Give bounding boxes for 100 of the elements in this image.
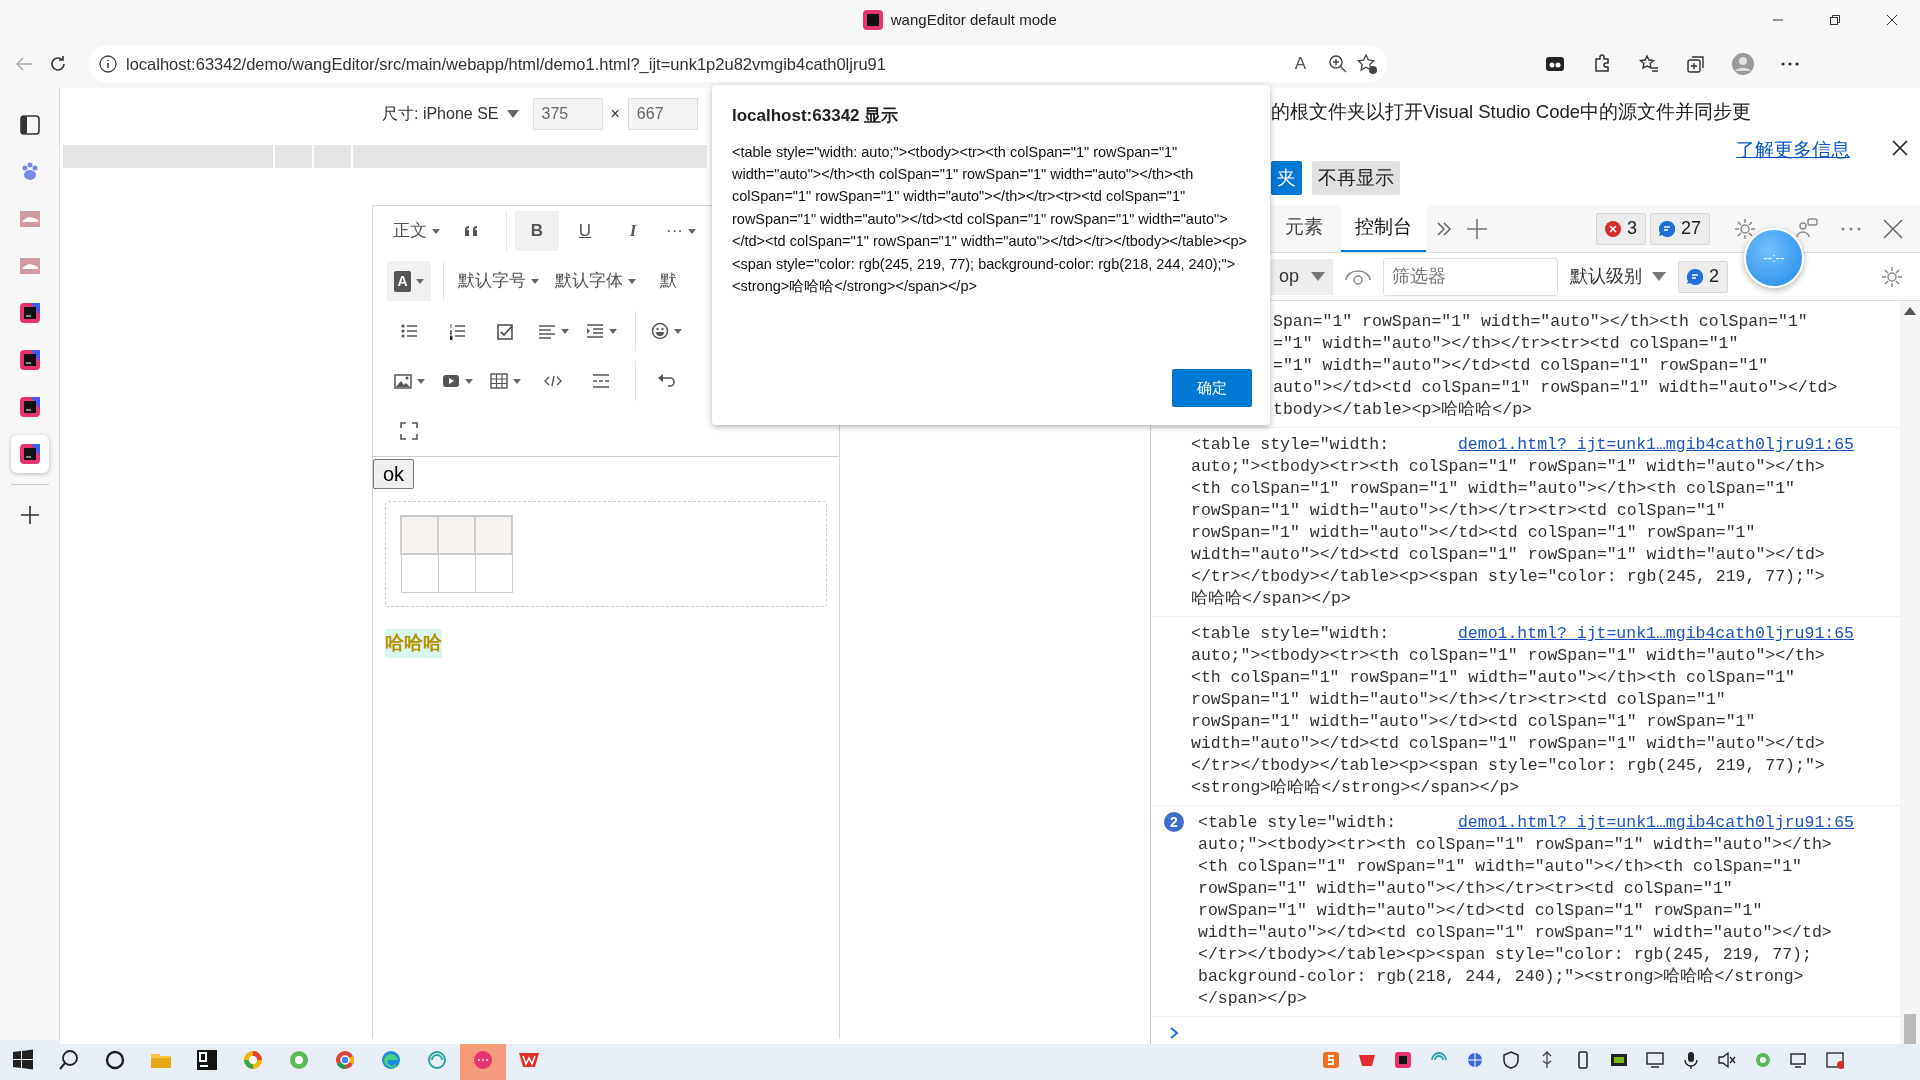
table-cell[interactable] xyxy=(438,554,475,592)
favorites-icon[interactable] xyxy=(1638,53,1660,75)
info-button[interactable]: 夹 xyxy=(1271,161,1302,195)
sidebar-tab[interactable] xyxy=(10,435,49,473)
ruler-segment xyxy=(314,145,351,168)
table-cell[interactable] xyxy=(475,554,512,592)
toolbar-button[interactable]: 默认字号 xyxy=(452,261,545,301)
console-text-line: rowSpan="1" width="auto"></th></tr><tr><td colSpan="1" xyxy=(1198,878,1733,900)
fullscreen-icon xyxy=(400,422,418,440)
context-select[interactable]: op xyxy=(1271,258,1334,295)
app-icon xyxy=(863,10,884,30)
toolbar-button[interactable]: 正文 xyxy=(387,211,446,251)
message-icon xyxy=(1687,268,1704,285)
monitor-icon[interactable] xyxy=(1646,1051,1664,1069)
ok-button[interactable]: ok xyxy=(373,459,415,489)
collections-icon[interactable] xyxy=(1685,53,1707,75)
console-text-line: <th colSpan="1" rowSpan="1" width="auto"></th><th colSpan="1" xyxy=(1191,667,1795,689)
close-icon xyxy=(1882,217,1905,240)
console-text-line: </tr></tbody></table><p><span style="color: rgb(245, 219, 77); xyxy=(1198,944,1812,966)
devtools-tab[interactable]: 元素 xyxy=(1271,205,1337,252)
eye-icon xyxy=(1345,267,1372,286)
circle-icon xyxy=(104,1049,126,1071)
globe-icon[interactable] xyxy=(1466,1051,1484,1069)
console-text-line: <strong>哈哈哈</strong></span></p> xyxy=(1191,777,1520,799)
toolbar-button[interactable]: 默认字体 xyxy=(549,261,642,301)
s-icon[interactable] xyxy=(1322,1051,1340,1069)
record-icon xyxy=(472,1049,494,1071)
device-select[interactable]: 尺寸: iPhone SE xyxy=(382,102,519,126)
toolbar-button[interactable]: A xyxy=(387,261,431,301)
chip-icon[interactable] xyxy=(1610,1051,1628,1069)
toolbar-button[interactable]: 默 xyxy=(646,261,690,301)
width-field[interactable]: 375 xyxy=(532,98,603,130)
caret-icon xyxy=(1311,272,1326,281)
color-wheel-icon xyxy=(242,1049,264,1071)
source-link[interactable]: demo1.html?_ijt=unk1…mgib4cath0ljru91:65 xyxy=(1457,812,1854,834)
learn-more-link[interactable]: 了解更多信息 xyxy=(1736,136,1850,164)
reload-icon xyxy=(48,54,68,74)
console-text-line: rowSpan="1" width="auto"></th></tr><tr><td colSpan="1" xyxy=(1191,500,1726,522)
star-icon[interactable] xyxy=(1356,53,1378,75)
console-text-line: width="auto"></td><td colSpan="1" rowSpan="1" width="auto"></td> xyxy=(1198,922,1832,944)
settings-icon xyxy=(1733,216,1758,241)
console-text-line: ="1" width="auto"></td><td colSpan="1" rowSpan="1" xyxy=(1273,355,1769,377)
microphone-icon[interactable] xyxy=(1682,1051,1700,1069)
ok-button[interactable]: 确定 xyxy=(1172,369,1252,407)
height-field[interactable]: 667 xyxy=(627,98,698,130)
scroll-thumb[interactable] xyxy=(1904,1013,1916,1044)
console-text-line: <table style="width: xyxy=(1191,623,1390,645)
toolbar-button[interactable]: B xyxy=(515,211,559,251)
prompt-icon[interactable] xyxy=(1169,1026,1179,1041)
notification-icon[interactable] xyxy=(1826,1051,1844,1069)
image-icon xyxy=(18,208,41,230)
app-icon xyxy=(18,396,41,418)
toolbar-button[interactable]: U xyxy=(563,211,607,251)
scroll-up-icon xyxy=(1904,307,1916,315)
console-text-line: Span="1" rowSpan="1" width="auto"></th><th colSpan="1" xyxy=(1273,311,1808,333)
issues-count[interactable]: 2 xyxy=(1678,260,1729,293)
devtools-tab[interactable]: 控制台 xyxy=(1341,205,1426,252)
address-bar[interactable]: localhost:63342/demo/wangEditor/src/main/webapp/html/demo1.html?_ijt=unk1p2u82vmgib4cath0ljru91 A xyxy=(88,46,1388,82)
image-icon xyxy=(393,372,412,390)
scrollbar[interactable] xyxy=(1900,301,1920,1044)
plus-icon xyxy=(1466,217,1488,240)
close-icon xyxy=(1885,14,1898,26)
dialog-message: <table style="width: auto;"><tbody><tr><th colSpan="1" rowSpan="1" width="auto"></th><th colSpan="1" rowSpan="1" width="auto"></th><th colSpan="1" rowSpan="1" width="auto"></th></tr><tr><td colSpan="1" rowSpan="1" width="auto"></td><td colSpan="1" rowSpan="1" width="auto"></td><td colSpan="1" rowSpan="1" width="auto"></td></tr></tbody></table><p><span style="color: rgb(245, 219, 77); background-color: rgb(218, 244, 240);"><strong>哈哈哈</strong></span></p> xyxy=(732,142,1248,296)
console-text-line: background-color: rgb(218, 244, 240);"><strong>哈哈哈</strong> xyxy=(1198,966,1804,988)
console-text-line: <table style="width: xyxy=(1191,434,1390,456)
speaker-muted-icon[interactable] xyxy=(1718,1051,1736,1069)
restore-icon xyxy=(1828,14,1841,26)
undo-icon xyxy=(657,372,675,390)
plus-icon xyxy=(19,505,40,525)
toolbar-button[interactable]: I xyxy=(611,211,655,251)
table-cell[interactable] xyxy=(438,516,475,554)
source-link[interactable]: demo1.html?_ijt=unk1…mgib4cath0ljru91:65 xyxy=(1457,434,1854,456)
align-icon xyxy=(537,322,556,340)
image-icon xyxy=(18,255,41,277)
emoji-icon xyxy=(650,322,669,340)
table-cell[interactable] xyxy=(401,516,438,554)
avatar-icon[interactable] xyxy=(1732,53,1754,75)
message-count[interactable]: 27 xyxy=(1650,212,1711,245)
zoom-icon[interactable] xyxy=(1328,54,1348,74)
info-button[interactable]: 不再显示 xyxy=(1312,161,1400,195)
swirl-icon xyxy=(426,1049,448,1071)
filter-field[interactable]: 筛选器 xyxy=(1383,257,1559,296)
info-icon xyxy=(98,54,118,74)
highlighted-text: 哈哈哈 xyxy=(385,629,442,658)
source-link[interactable]: demo1.html?_ijt=unk1…mgib4cath0ljru91:65 xyxy=(1457,623,1854,645)
app-icon[interactable] xyxy=(1394,1051,1412,1069)
ruler-segment xyxy=(275,145,312,168)
console-text-line: <th colSpan="1" rowSpan="1" width="auto"></th><th colSpan="1" xyxy=(1191,478,1795,500)
console-text-line: </span></p> xyxy=(1198,988,1307,1010)
shield-icon[interactable] xyxy=(1502,1051,1520,1069)
error-count[interactable]: 3 xyxy=(1596,212,1646,245)
repeat-count: 2 xyxy=(1164,812,1184,832)
toolbar-button[interactable]: ··· xyxy=(659,211,703,251)
table-cell[interactable] xyxy=(475,516,512,554)
read-aloud-button[interactable]: A xyxy=(1294,51,1306,77)
level-select[interactable]: 默认级别 xyxy=(1566,263,1671,290)
close-icon[interactable] xyxy=(1892,140,1908,156)
checkbox-icon xyxy=(496,322,514,340)
info-message: 的根文件夹以打开Visual Studio Code中的源文件并同步更 xyxy=(1271,100,1752,124)
table-cell[interactable] xyxy=(401,554,438,592)
